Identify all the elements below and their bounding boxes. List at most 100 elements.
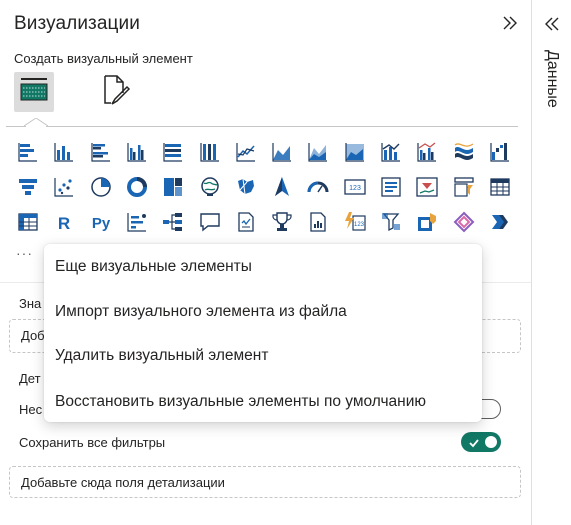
visualizations-title: Визуализации	[14, 13, 140, 34]
values-section-label: Зна	[19, 296, 42, 311]
map-visual-button[interactable]	[197, 174, 223, 200]
smart-narrative-visual-button[interactable]	[233, 209, 259, 235]
new-card-icon	[452, 210, 476, 234]
scatter-chart-visual-button[interactable]	[51, 174, 77, 200]
r-script-visual-visual-button[interactable]: R	[51, 209, 77, 235]
power-apps-visual-button[interactable]: 123	[342, 209, 368, 235]
stacked-column-chart-visual-button[interactable]	[51, 139, 77, 165]
slicer-visual-button[interactable]	[451, 174, 477, 200]
clustered-bar-chart-icon	[89, 140, 113, 164]
100-percent-stacked-bar-chart-visual-button[interactable]	[160, 139, 186, 165]
stacked-bar-chart-visual-button[interactable]	[15, 139, 41, 165]
line-chart-visual-button[interactable]	[233, 139, 259, 165]
waterfall-chart-icon	[488, 140, 512, 164]
slicer-icon	[452, 175, 476, 199]
values-drop-text: Доб	[21, 328, 45, 343]
smart-narrative-icon	[234, 210, 258, 234]
funnel-chart-visual-button[interactable]	[15, 174, 41, 200]
gauge-icon	[306, 175, 330, 199]
filled-map-icon	[234, 175, 258, 199]
clustered-bar-chart-visual-button[interactable]	[88, 139, 114, 165]
kpi-visual-button[interactable]	[414, 174, 440, 200]
key-influencers-visual-button[interactable]	[124, 209, 150, 235]
line-and-stacked-column-chart-icon	[379, 140, 403, 164]
python-visual-icon: Py	[89, 210, 113, 234]
table-visual-button[interactable]	[487, 174, 513, 200]
line-and-stacked-column-chart-visual-button[interactable]	[378, 139, 404, 165]
multi-row-card-icon	[379, 175, 403, 199]
pie-chart-visual-button[interactable]	[88, 174, 114, 200]
drillthrough-drop-zone[interactable]: Добавьте сюда поля детализации	[9, 466, 521, 498]
custom-visual-visual-button[interactable]	[487, 209, 513, 235]
stacked-area-chart-visual-button[interactable]	[305, 139, 331, 165]
line-and-clustered-column-chart-icon	[415, 140, 439, 164]
scatter-chart-icon	[52, 175, 76, 199]
visual-gallery-context-menu: Еще визуальные элементы Импорт визуально…	[44, 244, 482, 422]
matrix-icon	[16, 210, 40, 234]
ribbon-chart-visual-button[interactable]	[451, 139, 477, 165]
area-chart-visual-button[interactable]	[269, 139, 295, 165]
map-icon	[198, 175, 222, 199]
r-script-visual-icon: R	[52, 210, 76, 234]
tab-divider	[6, 126, 26, 127]
build-visual-subtitle: Создать визуальный элемент	[14, 51, 193, 66]
drillthrough-section-label: Дет	[19, 371, 41, 386]
svg-text:123: 123	[354, 222, 365, 228]
100-percent-stacked-bar-chart-icon	[161, 140, 185, 164]
stacked-column-chart-icon	[52, 140, 76, 164]
data-pane: Данные	[531, 0, 571, 525]
waterfall-chart-visual-button[interactable]	[487, 139, 513, 165]
more-visuals-button[interactable]: ···	[16, 245, 42, 261]
multi-row-card-visual-button[interactable]	[378, 174, 404, 200]
format-visual-icon	[99, 73, 133, 112]
menu-item-remove-visual[interactable]: Удалить визуальный элемент	[44, 336, 482, 376]
chevron-double-right-icon	[501, 14, 519, 37]
keep-filters-toggle[interactable]	[461, 432, 501, 452]
clustered-column-chart-icon	[125, 140, 149, 164]
ribbon-chart-icon	[452, 140, 476, 164]
cross-report-label: Нес	[19, 402, 43, 417]
selected-tab-indicator	[24, 118, 48, 127]
collapse-visualizations-button[interactable]	[498, 13, 522, 37]
tab-format-visual[interactable]	[96, 72, 136, 112]
menu-item-restore-default-visuals[interactable]: Восстановить визуальные элементы по умол…	[44, 382, 482, 422]
gauge-visual-button[interactable]	[305, 174, 331, 200]
azure-map-visual-button[interactable]	[269, 174, 295, 200]
decomposition-tree-icon	[161, 210, 185, 234]
treemap-icon	[161, 175, 185, 199]
kpi-icon	[415, 175, 439, 199]
qna-icon	[198, 210, 222, 234]
matrix-visual-button[interactable]	[15, 209, 41, 235]
paginated-report-visual-button[interactable]	[305, 209, 331, 235]
goals-icon	[270, 210, 294, 234]
filled-map-visual-button[interactable]	[233, 174, 259, 200]
chevron-double-left-icon	[543, 15, 561, 38]
treemap-visual-button[interactable]	[160, 174, 186, 200]
new-card-visual-button[interactable]	[451, 209, 477, 235]
clustered-column-chart-visual-button[interactable]	[124, 139, 150, 165]
arcgis-map-visual-button[interactable]	[414, 209, 440, 235]
qna-visual-button[interactable]	[197, 209, 223, 235]
power-automate-icon	[379, 210, 403, 234]
donut-chart-visual-button[interactable]	[124, 174, 150, 200]
card-visual-button[interactable]: 123	[342, 174, 368, 200]
tab-divider-right	[46, 126, 518, 127]
expand-data-pane-button[interactable]	[540, 14, 564, 38]
table-icon	[488, 175, 512, 199]
python-visual-visual-button[interactable]: Py	[88, 209, 114, 235]
decomposition-tree-visual-button[interactable]	[160, 209, 186, 235]
check-icon	[468, 436, 480, 454]
power-automate-visual-button[interactable]	[378, 209, 404, 235]
visual-gallery: 123 R Py 123	[15, 139, 520, 239]
line-chart-icon	[234, 140, 258, 164]
line-and-clustered-column-chart-visual-button[interactable]	[414, 139, 440, 165]
goals-visual-button[interactable]	[269, 209, 295, 235]
menu-item-get-more-visuals[interactable]: Еще визуальные элементы	[44, 247, 482, 287]
100-percent-stacked-column-chart-visual-button[interactable]	[197, 139, 223, 165]
pie-chart-icon	[89, 175, 113, 199]
menu-item-import-visual-from-file[interactable]: Импорт визуального элемента из файла	[44, 292, 482, 332]
data-pane-label[interactable]: Данные	[535, 50, 569, 130]
funnel-chart-icon	[16, 175, 40, 199]
100-percent-stacked-area-chart-visual-button[interactable]	[342, 139, 368, 165]
tab-build-visual[interactable]	[14, 72, 54, 112]
